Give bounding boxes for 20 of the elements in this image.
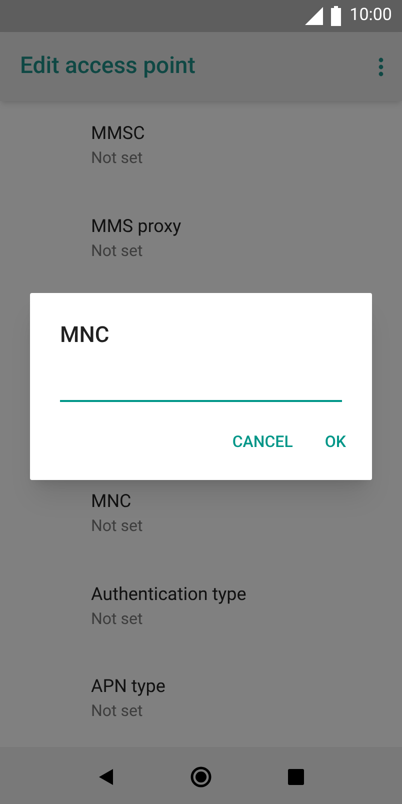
setting-value: Not set: [91, 700, 143, 722]
setting-title[interactable]: Authentication type: [91, 582, 246, 608]
battery-icon: [330, 6, 342, 26]
setting-title[interactable]: MMSC: [91, 121, 145, 147]
dialog-title: MNC: [60, 322, 110, 350]
setting-value: Not set: [91, 608, 143, 630]
dialog-button[interactable]: OK: [312, 424, 358, 460]
status-time: 10:00: [350, 4, 392, 28]
setting-title[interactable]: MMS proxy: [91, 214, 182, 240]
setting-title[interactable]: MNC: [91, 489, 132, 515]
setting-value: Not set: [91, 240, 143, 262]
setting-value: Not set: [91, 515, 143, 537]
signal-icon: [304, 6, 324, 26]
home-icon[interactable]: [190, 766, 212, 788]
setting-value: Not set: [91, 147, 143, 169]
recents-icon[interactable]: [288, 768, 304, 784]
setting-title[interactable]: APN type: [91, 674, 166, 700]
app-bar-title: Edit access point: [20, 51, 196, 82]
dialog-button[interactable]: CANCEL: [220, 424, 305, 460]
back-icon[interactable]: [98, 768, 114, 786]
